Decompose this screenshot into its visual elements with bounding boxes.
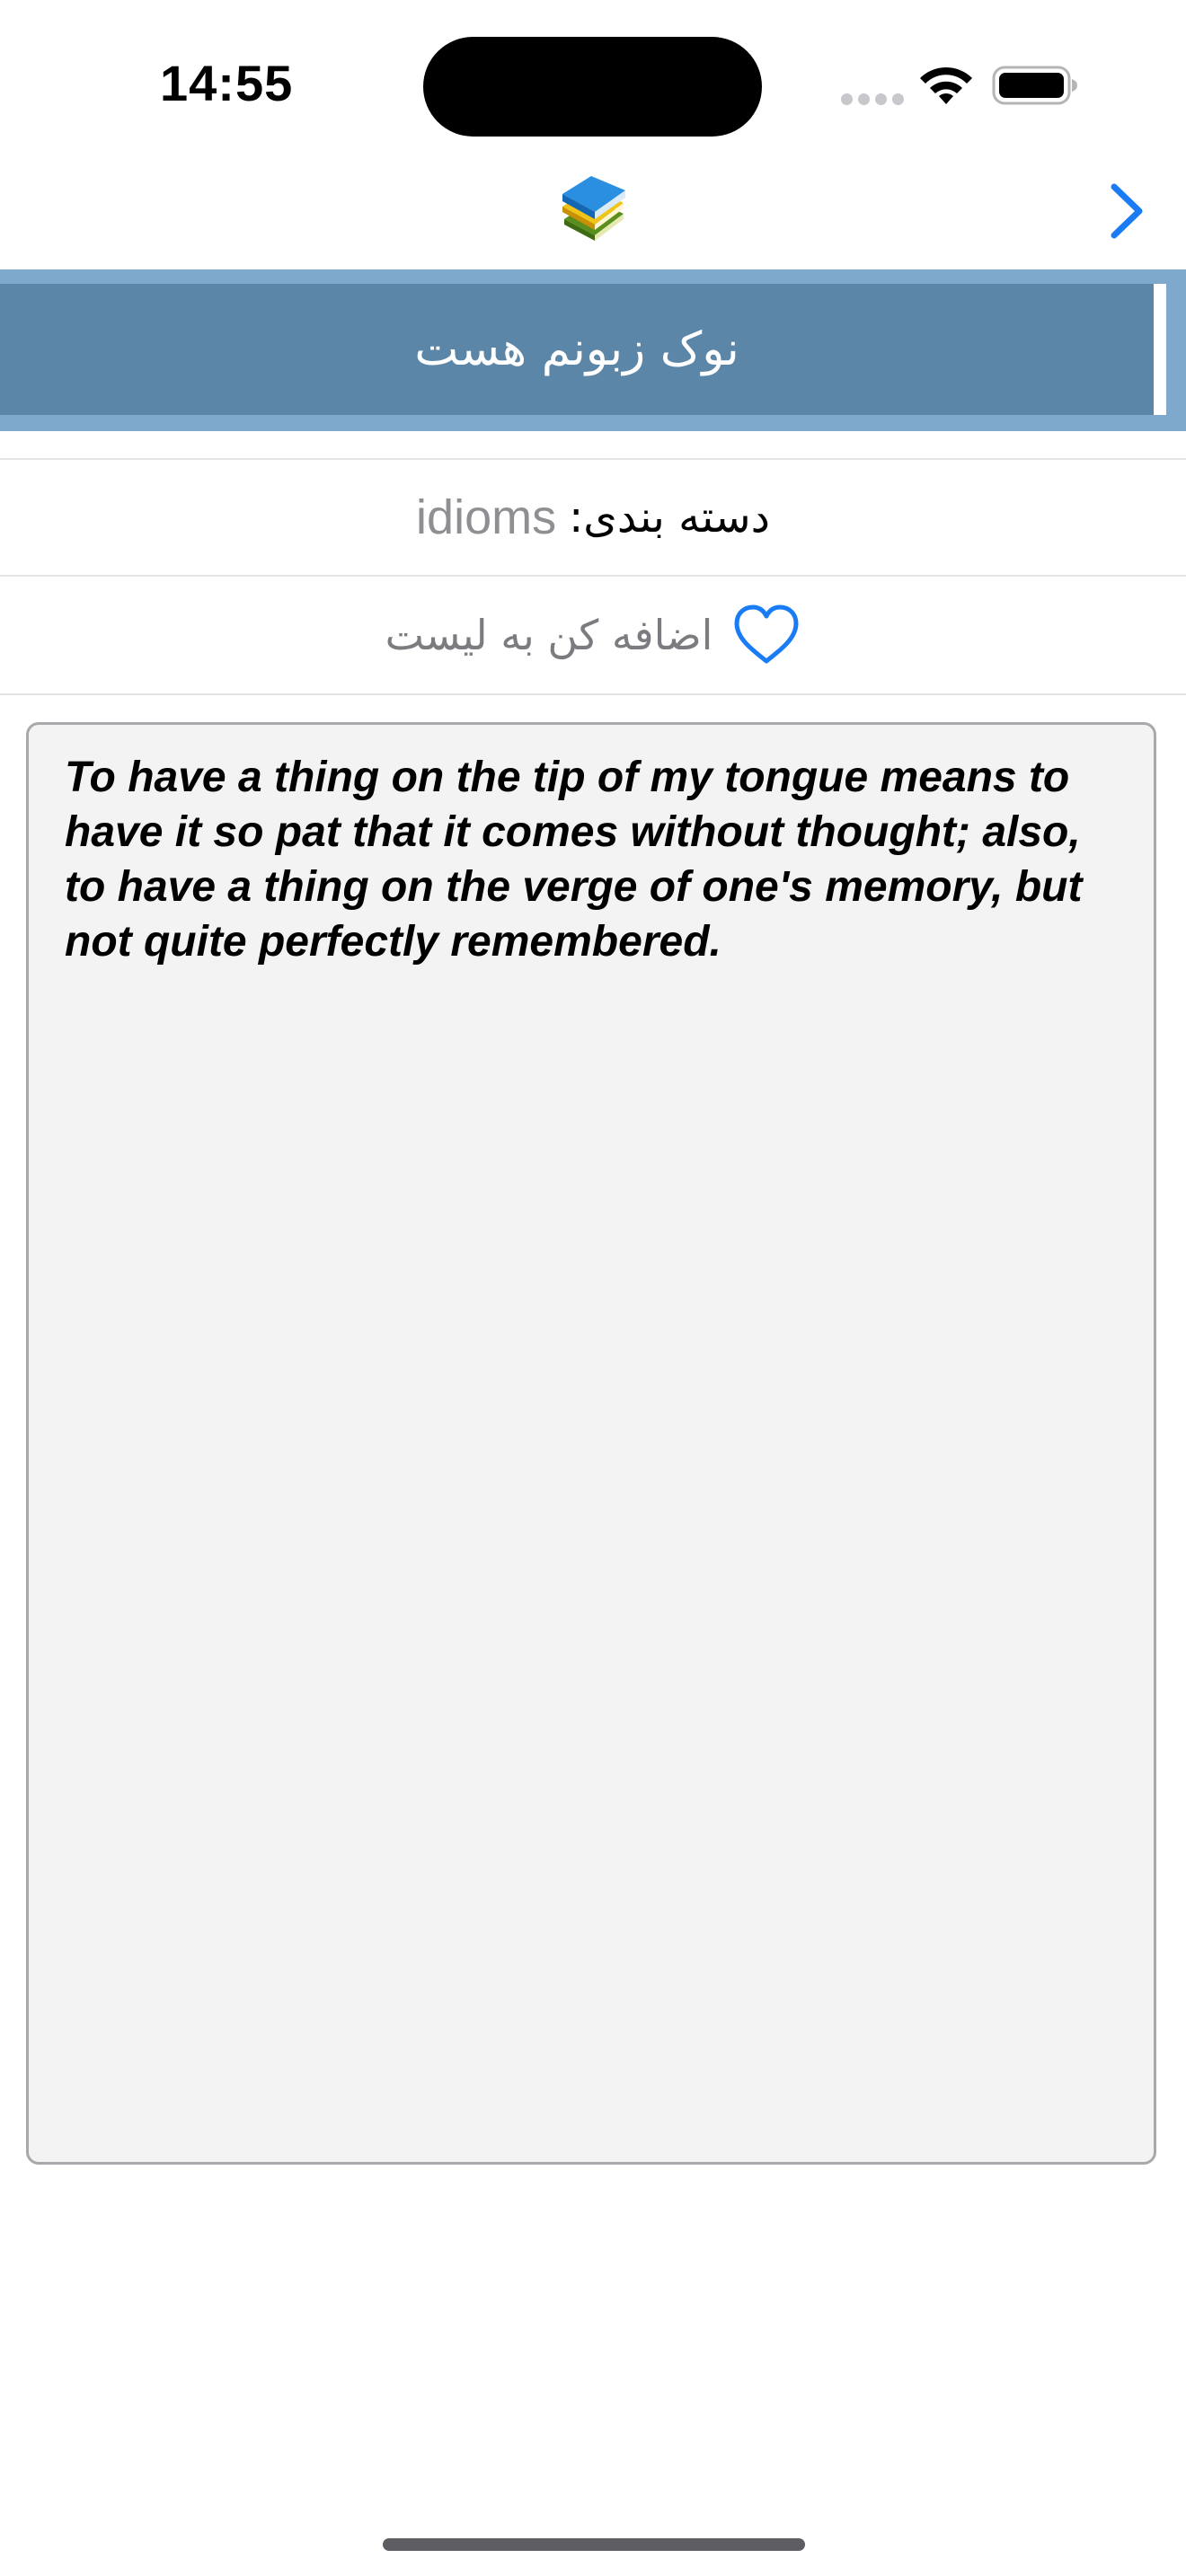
- wifi-icon: [920, 66, 972, 104]
- definition-text-area[interactable]: To have a thing on the tip of my tongue …: [26, 722, 1156, 2165]
- chevron-right-icon[interactable]: [1102, 180, 1150, 243]
- title-banner: نوک زبونم هست: [0, 269, 1186, 431]
- books-icon: [562, 176, 625, 241]
- title-edge: [1154, 284, 1166, 415]
- dynamic-island: [423, 37, 762, 137]
- title-bar: نوک زبونم هست: [0, 284, 1154, 415]
- battery-icon: [992, 66, 1077, 105]
- add-to-list-label: اضافه کن به لیست: [385, 611, 713, 659]
- definition-text: To have a thing on the tip of my tongue …: [65, 754, 1083, 966]
- cellular-signal-icon: [841, 93, 904, 105]
- home-indicator[interactable]: [383, 2538, 805, 2551]
- category-label: دسته بندی:: [569, 492, 770, 543]
- divider: [0, 693, 1186, 695]
- add-to-list-button[interactable]: اضافه کن به لیست: [0, 577, 1186, 693]
- category-value: idioms: [416, 490, 557, 544]
- idiom-title: نوک زبونم هست: [414, 322, 739, 376]
- status-time: 14:55: [160, 55, 294, 111]
- status-bar: 14:55: [0, 0, 1186, 153]
- navigation-bar: [0, 153, 1186, 269]
- heart-outline-icon[interactable]: [732, 604, 801, 666]
- category-row: دسته بندی: idioms: [0, 460, 1186, 575]
